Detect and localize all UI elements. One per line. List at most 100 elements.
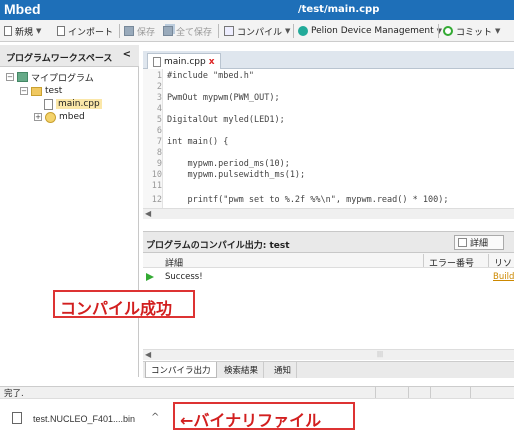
editor-horizontal-scrollbar[interactable]: ◀	[143, 208, 514, 219]
line-number: 6	[156, 126, 162, 136]
toolbar-divider	[218, 24, 219, 38]
collapse-toggle-icon[interactable]: −	[20, 87, 28, 95]
save-all-icon	[163, 26, 173, 36]
line-number: 7	[156, 137, 162, 147]
success-arrow-icon	[146, 273, 154, 281]
code-editor[interactable]: 1 #include "mbed.h" 2 3 PwmOut mypwm(PWM_O…	[143, 69, 514, 219]
pelion-icon	[298, 26, 308, 36]
library-icon	[45, 111, 56, 123]
code-text: PwmOut mypwm(PWM_OUT);	[167, 93, 280, 103]
save-label: 保存	[137, 27, 156, 38]
line-number: 12	[151, 195, 162, 205]
line-number: 8	[156, 148, 162, 158]
tree-item-main-cpp[interactable]: main.cpp	[44, 98, 102, 110]
commit-icon	[443, 26, 453, 36]
output-column-headers: 詳細 エラー番号 リソ	[143, 253, 514, 269]
code-line: 3 PwmOut mypwm(PWM_OUT);	[143, 93, 514, 104]
tree-item-mbed[interactable]: + mbed	[34, 111, 85, 123]
build-link[interactable]: Build	[493, 272, 514, 282]
scroll-left-icon[interactable]: ◀	[145, 209, 151, 218]
chevron-up-icon[interactable]: ^	[151, 412, 159, 423]
new-button[interactable]: 新規 ▼	[4, 24, 41, 38]
code-line: 4	[143, 104, 514, 115]
close-tab-icon[interactable]: x	[209, 57, 215, 67]
new-file-icon	[4, 26, 12, 36]
new-label: 新規	[15, 27, 34, 38]
code-line: 8	[143, 148, 514, 159]
scrollbar-grip-icon[interactable]: |||	[377, 351, 383, 358]
workspace-header: プログラムワークスペース <	[0, 45, 139, 67]
compile-icon	[224, 26, 234, 36]
tree-item-label: mbed	[59, 112, 85, 122]
tree-item-label: main.cpp	[56, 99, 102, 109]
app-title: Mbed	[4, 1, 41, 17]
compile-status: Success!	[165, 272, 203, 282]
workspace-title: プログラムワークスペース	[6, 54, 113, 64]
column-resource: リソ	[494, 259, 513, 269]
compile-button[interactable]: コンパイル ▼	[224, 24, 290, 38]
tab-notifications[interactable]: 通知	[269, 362, 298, 378]
folder-icon	[31, 86, 42, 96]
toolbar-divider	[119, 24, 120, 38]
code-line: 10 mypwm.pulsewidth_ms(1);	[143, 170, 514, 181]
import-button[interactable]: インポート	[57, 24, 113, 38]
collapse-toggle-icon[interactable]: −	[6, 73, 14, 81]
save-icon	[124, 26, 134, 36]
output-horizontal-scrollbar[interactable]: ◀ |||	[143, 349, 514, 360]
tab-label: main.cpp	[164, 56, 206, 67]
code-line: 6	[143, 126, 514, 137]
column-divider	[488, 254, 489, 267]
pelion-label: Pelion Device Management	[311, 26, 434, 36]
file-icon	[153, 56, 161, 67]
file-icon	[44, 98, 53, 110]
line-number: 4	[156, 104, 162, 114]
column-detail: 詳細	[165, 259, 184, 269]
code-text: mypwm.pulsewidth_ms(1);	[167, 170, 306, 180]
line-number: 2	[156, 82, 162, 92]
detail-toggle-button[interactable]: 詳細	[454, 235, 504, 250]
pelion-button[interactable]: Pelion Device Management ▼	[298, 24, 442, 38]
code-line: 7 int main() {	[143, 137, 514, 148]
expand-toggle-icon[interactable]: +	[34, 113, 42, 121]
column-divider	[423, 254, 424, 267]
tab-main-cpp[interactable]: main.cpp x	[147, 53, 221, 69]
binary-file-annotation: ←バイナリファイル	[173, 402, 355, 430]
line-number: 9	[156, 159, 162, 169]
compile-output-header: プログラムのコンパイル出力: test 詳細	[143, 231, 514, 253]
tab-search-results[interactable]: 検索結果	[219, 362, 265, 378]
save-button[interactable]: 保存	[124, 24, 155, 38]
tree-item-label: マイプログラム	[31, 73, 94, 84]
toolbar-divider	[293, 24, 294, 38]
editor-tab-bar: main.cpp x	[143, 51, 514, 69]
save-all-label: 全て保存	[176, 27, 213, 38]
title-bar: Mbed /test/main.cpp	[0, 0, 514, 20]
code-text: int main() {	[167, 137, 229, 147]
output-row: Success! Build	[143, 270, 514, 284]
line-number: 5	[156, 115, 162, 125]
status-bar: 完了.	[0, 386, 514, 399]
code-text: #include "mbed.h"	[167, 71, 254, 81]
chevron-down-icon: ▼	[285, 27, 291, 35]
commit-button[interactable]: コミット ▼	[443, 24, 500, 38]
code-line: 12 printf("pwm set to %.2f %%\n", mypwm.…	[143, 195, 514, 206]
file-icon	[12, 412, 22, 424]
code-line: 9 mypwm.period_ms(10);	[143, 159, 514, 170]
code-line: 5 DigitalOut myled(LED1);	[143, 115, 514, 126]
tree-item-test[interactable]: − test	[20, 85, 62, 97]
tree-item-my-programs[interactable]: − マイプログラム	[6, 71, 94, 84]
line-number: 11	[151, 181, 162, 191]
save-all-button[interactable]: 全て保存	[163, 24, 212, 38]
toolbar-divider	[438, 24, 439, 38]
line-number: 1	[156, 71, 162, 81]
scroll-left-icon[interactable]: ◀	[145, 350, 151, 359]
code-text: mypwm.period_ms(10);	[167, 159, 290, 169]
line-number: 3	[156, 93, 162, 103]
toolbar: 新規 ▼ インポート 保存 全て保存 コンパイル ▼ Pelion Device…	[0, 20, 514, 42]
collapse-panel-button[interactable]: <	[123, 49, 131, 60]
code-line: 2	[143, 82, 514, 93]
import-icon	[57, 26, 65, 36]
detail-checkbox[interactable]	[458, 238, 467, 247]
tab-compiler-output[interactable]: コンパイラ出力	[145, 362, 217, 378]
download-filename[interactable]: test.NUCLEO_F401....bin	[33, 414, 135, 424]
tree-item-label: test	[45, 86, 63, 96]
